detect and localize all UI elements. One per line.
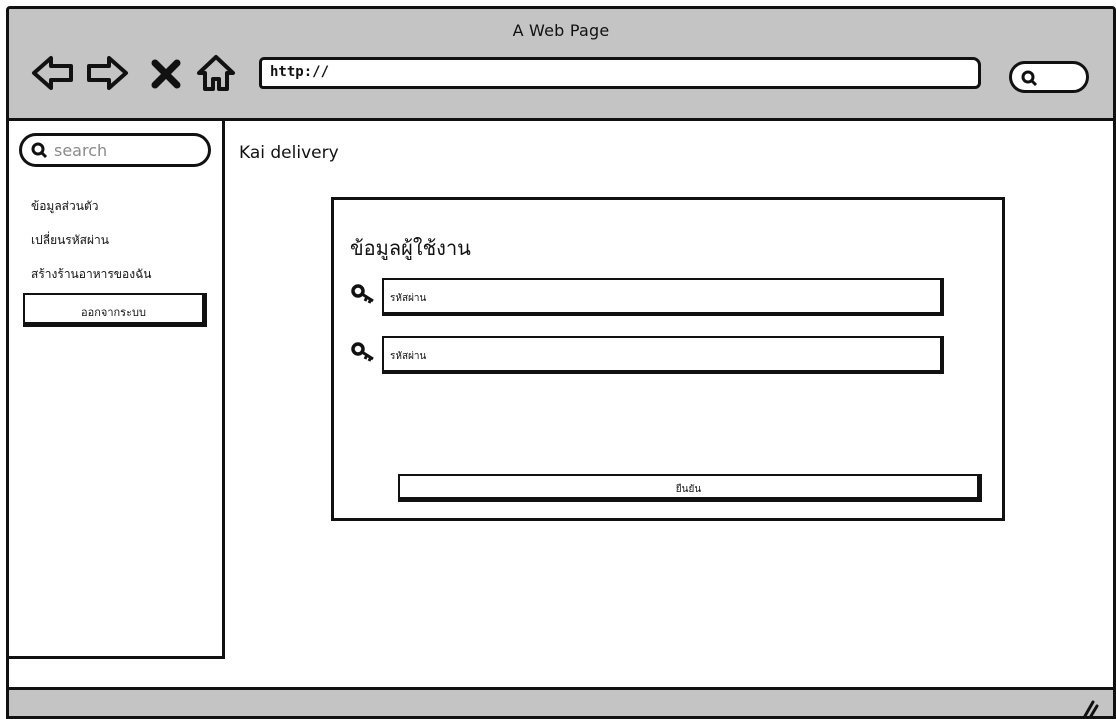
confirm-button[interactable]: ยืนยัน xyxy=(398,474,982,502)
password-row: รหัสผ่าน xyxy=(348,278,948,318)
resize-grip-icon[interactable] xyxy=(1077,696,1099,716)
sidebar-item-change-password[interactable]: เปลี่ยนรหัสผ่าน xyxy=(31,231,109,250)
card-title: ข้อมูลผู้ใช้งาน xyxy=(350,236,471,260)
sidebar-search-input[interactable]: search xyxy=(19,133,211,167)
search-placeholder: search xyxy=(54,141,108,160)
key-icon xyxy=(350,282,376,304)
forward-arrow-icon[interactable] xyxy=(85,53,129,93)
status-bar xyxy=(9,687,1113,716)
browser-window: A Web Page http:// search ข้อมูลส่วนตัว … xyxy=(6,6,1116,719)
url-bar[interactable]: http:// xyxy=(259,57,981,89)
window-title: A Web Page xyxy=(512,21,610,40)
password-field[interactable]: รหัสผ่าน xyxy=(382,278,944,316)
browser-toolbar: A Web Page http:// xyxy=(9,9,1113,121)
sidebar-item-profile[interactable]: ข้อมูลส่วนตัว xyxy=(31,197,98,216)
sidebar: search ข้อมูลส่วนตัว เปลี่ยนรหัสผ่าน สร้… xyxy=(9,121,225,659)
search-icon xyxy=(1021,70,1038,87)
confirm-password-field[interactable]: รหัสผ่าน xyxy=(382,336,944,374)
key-icon xyxy=(350,340,376,362)
sidebar-item-create-restaurant[interactable]: สร้างร้านอาหารของฉัน xyxy=(31,265,151,284)
search-icon xyxy=(31,142,48,159)
confirm-password-row: รหัสผ่าน xyxy=(348,336,948,376)
page-title: Kai delivery xyxy=(239,143,339,163)
logout-button[interactable]: ออกจากระบบ xyxy=(23,293,207,327)
browser-search-input[interactable] xyxy=(1009,61,1089,93)
home-icon[interactable] xyxy=(195,53,237,93)
user-info-card: ข้อมูลผู้ใช้งาน รหัสผ่าน รหัสผ่าน ยืนยัน xyxy=(331,197,1005,521)
close-icon[interactable] xyxy=(149,53,183,93)
back-arrow-icon[interactable] xyxy=(31,53,75,93)
